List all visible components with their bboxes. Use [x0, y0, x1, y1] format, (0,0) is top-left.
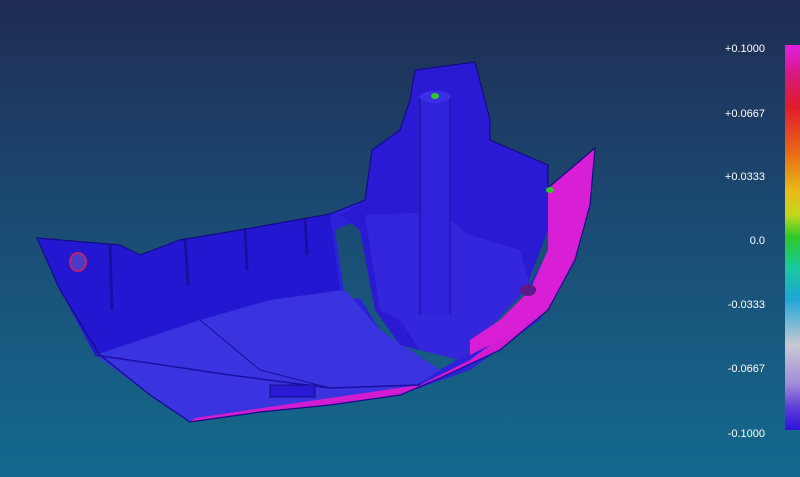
rib-4: [303, 217, 309, 256]
tower-column: [420, 95, 450, 315]
colorbar-tick-6: -0.0667: [727, 363, 765, 375]
embossed-label: [269, 384, 316, 398]
mounting-hole-left: [69, 252, 87, 272]
colorbar-tick-3: +0.0333: [724, 171, 765, 183]
part-deviation-model[interactable]: [0, 0, 800, 477]
colorbar-tick-min: -0.1000: [727, 428, 765, 440]
colorbar-tick-max: +0.1000: [724, 43, 765, 55]
rib-3: [243, 227, 249, 271]
rib-1: [108, 244, 114, 311]
mounting-hole-right: [520, 284, 536, 296]
colorbar-tick-5: -0.0333: [727, 299, 765, 311]
3d-viewport[interactable]: +0.1000 +0.0667 +0.0333 0.0 -0.0333 -0.0…: [0, 0, 800, 477]
probe-marker-2: [546, 187, 554, 193]
deviation-colorbar: [785, 45, 800, 430]
colorbar-tick-zero: 0.0: [749, 235, 765, 247]
colorbar-tick-2: +0.0667: [724, 108, 765, 120]
probe-marker-1: [431, 93, 439, 99]
